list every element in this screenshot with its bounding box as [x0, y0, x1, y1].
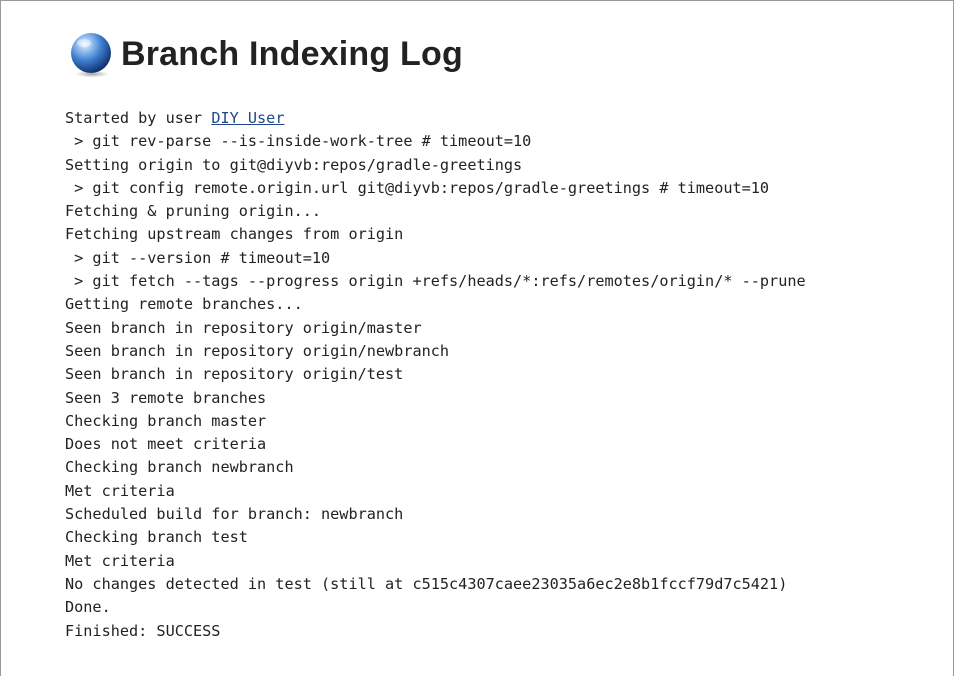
- log-line: Getting remote branches...: [65, 295, 303, 314]
- log-line-started: Started by user DIY User: [65, 107, 806, 130]
- log-line: > git fetch --tags --progress origin +re…: [65, 272, 806, 291]
- log-line: Does not meet criteria: [65, 435, 267, 454]
- log-line: > git config remote.origin.url git@diyvb…: [65, 178, 770, 197]
- log-line: Checking branch newbranch: [65, 458, 294, 477]
- page-title: Branch Indexing Log: [121, 34, 463, 73]
- log-line: Scheduled build for branch: newbranch: [65, 505, 404, 524]
- blue-ball-icon: [71, 33, 111, 78]
- log-line: No changes detected in test (still at c5…: [65, 574, 788, 593]
- log-line: Checking branch master: [65, 411, 267, 430]
- console-output: Started by user DIY User > git rev-parse…: [65, 107, 806, 643]
- log-line: Seen branch in repository origin/master: [65, 318, 422, 337]
- log-line: Met criteria: [65, 551, 175, 570]
- log-line: Seen 3 remote branches: [65, 388, 267, 407]
- log-line: > git rev-parse --is-inside-work-tree # …: [65, 132, 532, 151]
- started-by-text: Started by user: [65, 109, 212, 127]
- page-header: Branch Indexing Log: [67, 29, 463, 79]
- log-line: Checking branch test: [65, 528, 248, 547]
- log-line: Fetching upstream changes from origin: [65, 225, 404, 244]
- log-line: Setting origin to git@diyvb:repos/gradle…: [65, 155, 523, 174]
- log-line: Done.: [65, 598, 111, 617]
- log-line-finished: Finished: SUCCESS: [65, 621, 221, 640]
- log-panel: Branch Indexing Log Started by user DIY …: [0, 0, 954, 676]
- log-line: > git --version # timeout=10: [65, 248, 331, 267]
- user-link[interactable]: DIY User: [211, 109, 284, 127]
- log-line: Met criteria: [65, 481, 175, 500]
- log-line: Seen branch in repository origin/newbran…: [65, 341, 450, 360]
- log-line: Fetching & pruning origin...: [65, 202, 322, 221]
- log-line: Seen branch in repository origin/test: [65, 365, 404, 384]
